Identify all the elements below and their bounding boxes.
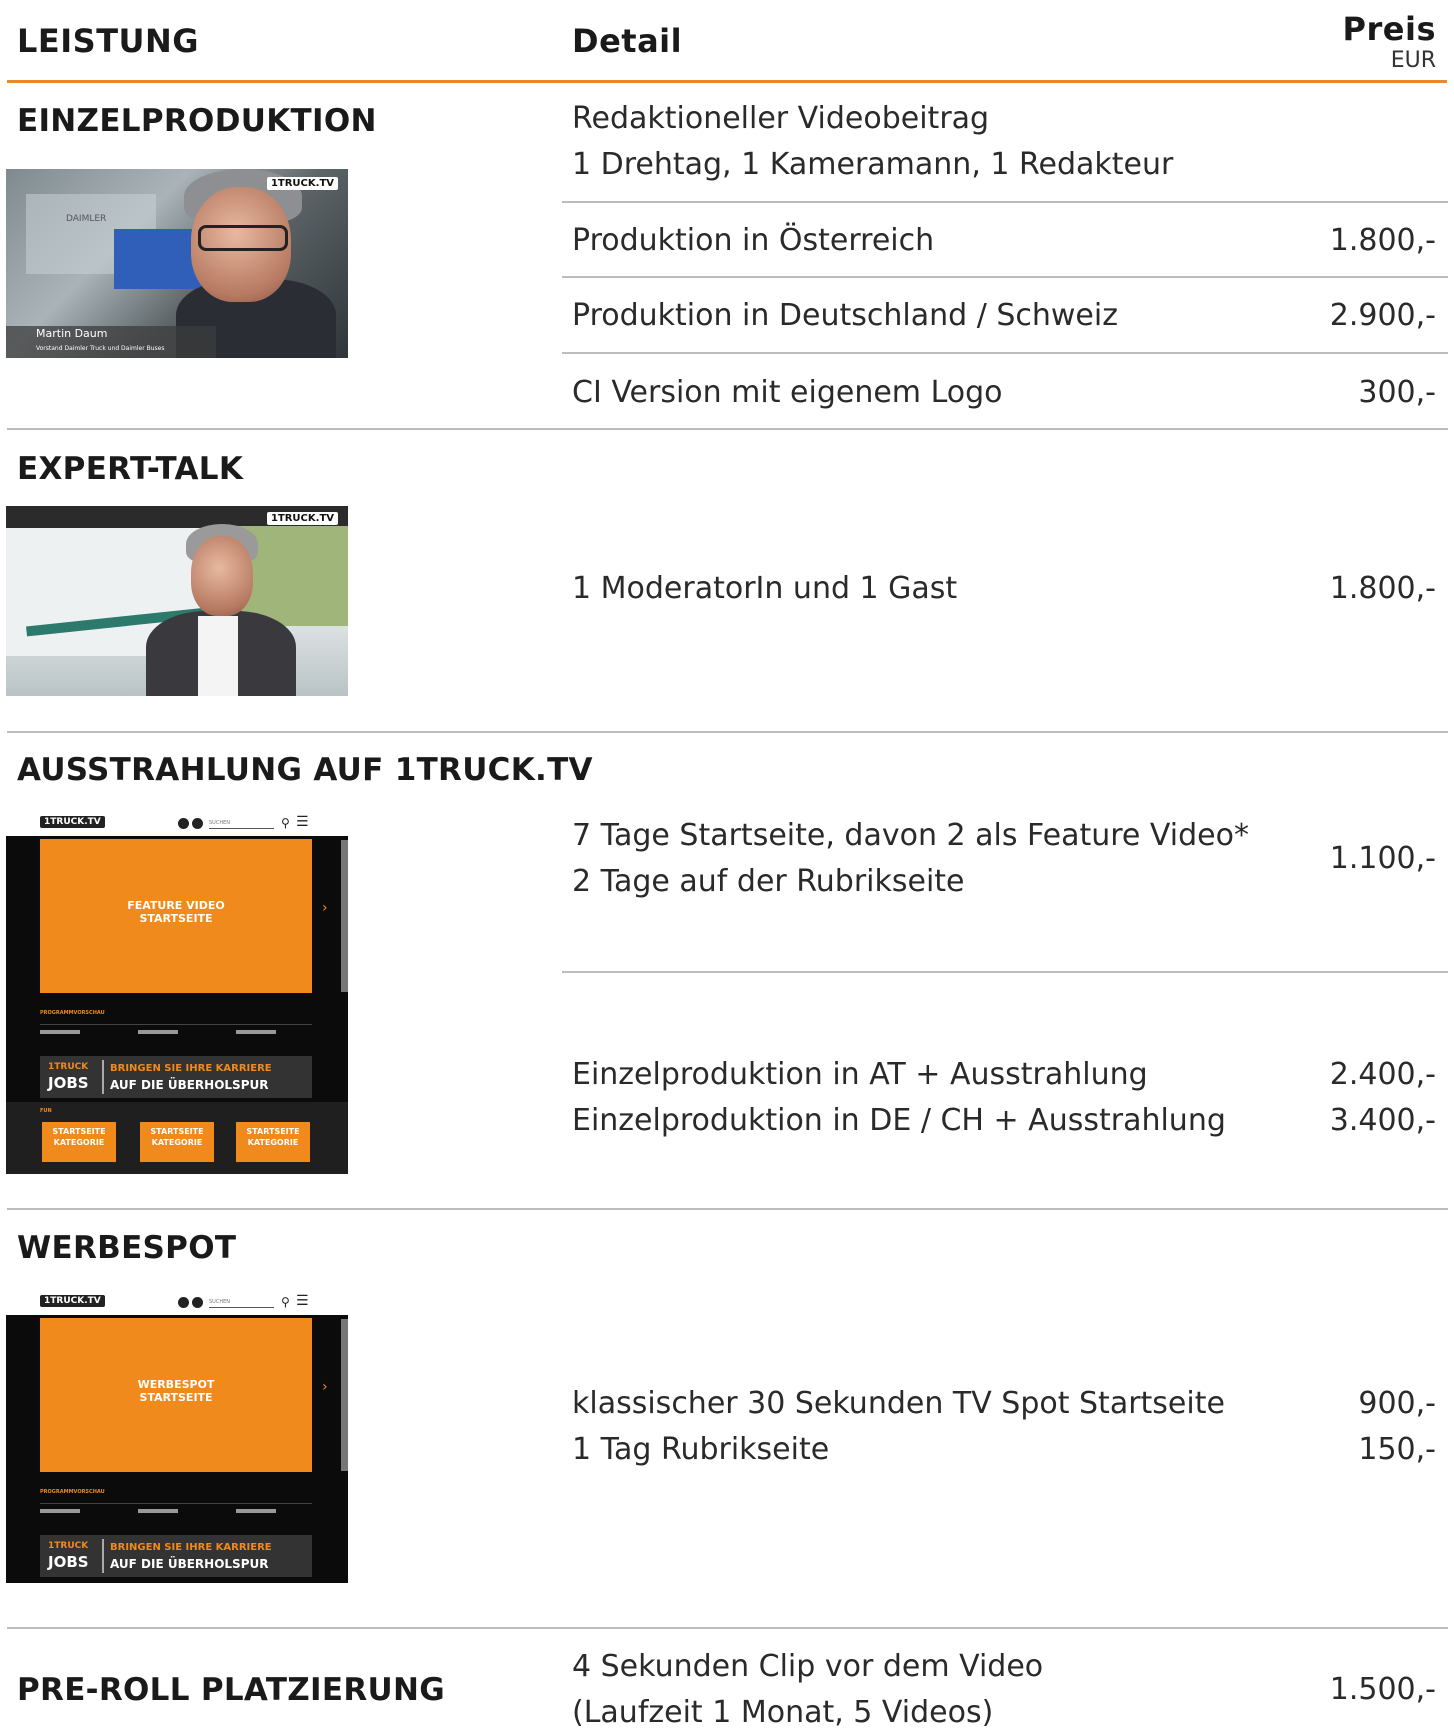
section-title-ausstrahlung: AUSSTRAHLUNG AUF 1TRUCK.TV [17,752,593,788]
section-title-experttalk: EXPERT-TALK [17,451,244,487]
mock-jobs-banner: 1TRUCK JOBS BRINGEN SIE IHRE KARRIERE AU… [40,1056,312,1098]
header-detail: Detail [572,22,683,60]
mock-category-1: STARTSEITE KATEGORIE [42,1122,116,1162]
experttalk-detail: 1 ModeratorIn und 1 Gast [572,571,958,606]
divider [562,201,1448,203]
divider [562,276,1448,278]
thumb-logo: 1TRUCK.TV [266,177,338,190]
caption-name: Martin Daum [36,327,108,340]
werbespot-price-1: 900,- [1358,1386,1436,1421]
menu-icon: ☰ [296,1293,309,1309]
einzel-row-2-price: 2.900,- [1329,298,1436,333]
mock-program-label: PROGRAMMVORSCHAU [40,1010,105,1016]
mock-fun-label-top: FUN [40,1108,52,1114]
ausstrahlung-combo-price-1: 2.400,- [1329,1057,1436,1092]
divider [562,352,1448,354]
ausstrahlung-line-2: 2 Tage auf der Rubrikseite [572,864,965,899]
einzel-row-3-price: 300,- [1358,375,1436,410]
einzel-row-3-detail: CI Version mit eigenem Logo [572,375,1003,410]
ausstrahlung-combo-1: Einzelproduktion in AT + Ausstrahlung [572,1057,1148,1092]
search-icon: ⚲ [281,1295,290,1309]
mock-logo: 1TRUCK.TV [40,1295,105,1307]
werbespot-line-2: 1 Tag Rubrikseite [572,1432,830,1467]
menu-icon: ☰ [296,814,309,830]
preroll-price: 1.500,- [1329,1672,1436,1707]
werbespot-website-mockup: 1TRUCK.TV SUCHEN ⚲ ☰ WERBESPOT STARTSEIT… [6,1291,348,1583]
section-divider [7,428,1448,430]
social-icon [192,818,203,829]
preroll-line-2: (Laufzeit 1 Monat, 5 Videos) [572,1695,994,1730]
mock-feature-label: FEATURE VIDEO STARTSEITE [127,899,225,925]
experttalk-price: 1.800,- [1329,571,1436,606]
facebook-icon [178,818,189,829]
experttalk-video-thumbnail: 1TRUCK.TV [6,506,348,696]
header-preis: Preis [1342,10,1436,48]
social-icon [192,1297,203,1308]
section-divider [7,1627,1448,1629]
chevron-right-icon: › [322,1379,328,1395]
mock-werbespot-label: WERBESPOT STARTSEITE [137,1378,215,1404]
einzel-row-1-detail: Produktion in Österreich [572,223,935,258]
preroll-line-1: 4 Sekunden Clip vor dem Video [572,1649,1044,1684]
ausstrahlung-website-mockup: 1TRUCK.TV SUCHEN ⚲ ☰ FEATURE VIDEO START… [6,812,348,1174]
einzel-row-1-price: 1.800,- [1329,223,1436,258]
header-preis-block: Preis EUR [1343,10,1436,73]
einzel-row-2-detail: Produktion in Deutschland / Schweiz [572,298,1118,333]
einzel-intro-1: Redaktioneller Videobeitrag [572,101,990,136]
search-icon: ⚲ [281,816,290,830]
glasses-shape [198,225,288,251]
mock-search-label: SUCHEN [209,1299,230,1305]
mock-werbespot-box: WERBESPOT STARTSEITE [40,1318,312,1472]
ausstrahlung-price-1: 1.100,- [1329,841,1436,876]
mock-category-2: STARTSEITE KATEGORIE [140,1122,214,1162]
section-divider [7,731,1448,733]
einzel-intro-2: 1 Drehtag, 1 Kameramann, 1 Redakteur [572,147,1174,182]
section-title-preroll: PRE-ROLL PLATZIERUNG [17,1672,445,1708]
mock-logo: 1TRUCK.TV [40,816,105,828]
thumb-logo: 1TRUCK.TV [266,512,338,525]
header-rule [7,80,1447,83]
guest-face [191,536,253,616]
ausstrahlung-combo-2: Einzelproduktion in DE / CH + Ausstrahlu… [572,1103,1226,1138]
caption-role: Vorstand Daimler Truck und Daimler Buses [36,345,165,352]
mock-feature-box: FEATURE VIDEO STARTSEITE [40,839,312,993]
divider [562,971,1448,973]
werbespot-price-2: 150,- [1358,1432,1436,1467]
thumb-brand: DAIMLER [66,214,107,224]
einzelproduktion-video-thumbnail: DAIMLER 1TRUCK.TV Martin Daum Vorstand D… [6,169,348,358]
header-leistung: LEISTUNG [17,22,200,60]
mock-search-label: SUCHEN [209,820,230,826]
mock-program-label: PROGRAMMVORSCHAU [40,1489,105,1495]
header-currency: EUR [1390,48,1436,73]
ausstrahlung-combo-price-2: 3.400,- [1329,1103,1436,1138]
section-title-werbespot: WERBESPOT [17,1230,237,1266]
mock-category-3: STARTSEITE KATEGORIE [236,1122,310,1162]
section-title-einzelproduktion: EINZELPRODUKTION [17,103,377,139]
facebook-icon [178,1297,189,1308]
werbespot-line-1: klassischer 30 Sekunden TV Spot Startsei… [572,1386,1225,1421]
mock-jobs-banner: 1TRUCK JOBS BRINGEN SIE IHRE KARRIERE AU… [40,1535,312,1577]
section-divider [7,1208,1448,1210]
chevron-right-icon: › [322,900,328,916]
